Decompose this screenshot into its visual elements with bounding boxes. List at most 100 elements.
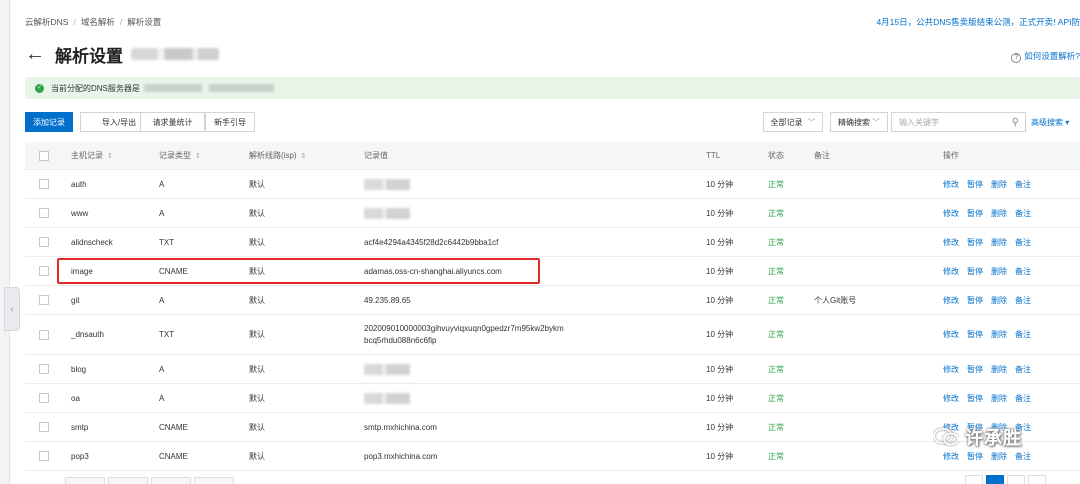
action-link[interactable]: 修改 [943,266,959,277]
action-link[interactable]: 备注 [1015,179,1031,190]
sort-icon[interactable]: ⇕ [107,152,113,160]
row-checkbox[interactable] [39,413,49,441]
action-link[interactable]: 暂停 [967,364,983,375]
record-status: 正常 [768,422,784,432]
record-line: 默认 [249,179,265,189]
sort-icon[interactable]: ⇕ [195,152,201,160]
action-link[interactable]: 修改 [943,451,959,462]
row-checkbox[interactable] [39,228,49,256]
batch-button[interactable] [151,477,191,484]
action-link[interactable]: 备注 [1015,266,1031,277]
row-checkbox[interactable] [39,286,49,314]
help-link[interactable]: ? 如何设置解析? [1011,50,1080,63]
row-actions: 修改 暂停 删除 备注 [943,286,1039,314]
search-icon[interactable]: ⚲ [1012,117,1019,128]
row-checkbox[interactable] [39,199,49,227]
sort-icon[interactable]: ⇕ [301,152,307,160]
row-actions: 修改 暂停 删除 备注 [943,384,1039,412]
advanced-search-link[interactable]: 高级搜索 ▾ [1031,117,1069,128]
action-link[interactable]: 删除 [991,237,1007,248]
batch-button[interactable] [194,477,234,484]
title-row: ← 解析设置 [25,42,219,66]
redacted-value [364,392,410,404]
action-link[interactable]: 备注 [1015,451,1031,462]
action-link[interactable]: 备注 [1015,329,1031,340]
action-link[interactable]: 修改 [943,237,959,248]
batch-button[interactable] [108,477,148,484]
row-checkbox[interactable] [39,257,49,285]
action-link[interactable]: 删除 [991,329,1007,340]
breadcrumb-item[interactable]: 域名解析 [81,17,115,27]
header-host[interactable]: 主机记录 ⇕ [71,142,113,169]
header-type[interactable]: 记录类型 ⇕ [159,142,201,169]
action-link[interactable]: 修改 [943,393,959,404]
action-link[interactable]: 备注 [1015,208,1031,219]
row-checkbox[interactable] [39,384,49,412]
page-current[interactable] [986,475,1004,484]
back-arrow-icon[interactable]: ← [25,44,45,64]
action-link[interactable]: 暂停 [967,179,983,190]
action-link[interactable]: 暂停 [967,329,983,340]
record-host: alidnscheck [71,237,113,247]
action-link[interactable]: 修改 [943,364,959,375]
action-link[interactable]: 删除 [991,364,1007,375]
keyword-search-input[interactable]: 输入关键字 ⚲ [891,112,1026,132]
redacted-domain [131,48,219,60]
action-link[interactable]: 修改 [943,208,959,219]
record-value [364,199,410,227]
action-link[interactable]: 删除 [991,266,1007,277]
action-link[interactable]: 暂停 [967,266,983,277]
page-prev[interactable] [965,475,983,484]
record-host: pop3 [71,451,89,461]
guide-button[interactable]: 新手引导 [205,112,255,132]
action-link[interactable]: 暂停 [967,208,983,219]
announcement-link[interactable]: 4月15日，公共DNS售卖版结束公测，正式开卖! API防 [876,16,1080,28]
record-type: A [159,179,165,189]
table-row: git A 默认 49.235.89.65 10 分钟 正常 个人Git账号 修改 暂停 删除 备注 [25,286,1080,315]
records-table: 主机记录 ⇕ 记录类型 ⇕ 解析线路(isp) ⇕ 记录值 TTL 状态 备注 操作 … [25,142,1080,471]
batch-button[interactable] [65,477,105,484]
search-mode-select[interactable]: 精确搜索 ﹀ [830,112,888,132]
action-link[interactable]: 删除 [991,295,1007,306]
action-link[interactable]: 修改 [943,329,959,340]
request-stats-button[interactable]: 请求量统计 [140,112,205,132]
header-line[interactable]: 解析线路(isp) ⇕ [249,142,306,169]
record-type: A [159,208,165,218]
action-link[interactable]: 暂停 [967,451,983,462]
row-checkbox[interactable] [39,170,49,198]
watermark-text: 许承胜 [965,428,1022,448]
pagination [965,475,1080,484]
breadcrumb-item[interactable]: 云解析DNS [25,17,68,27]
row-checkbox[interactable] [39,442,49,470]
action-link[interactable]: 删除 [991,393,1007,404]
action-link[interactable]: 修改 [943,295,959,306]
action-link[interactable]: 删除 [991,179,1007,190]
action-link[interactable]: 备注 [1015,237,1031,248]
keyword-placeholder: 输入关键字 [899,117,939,127]
sidebar-collapse-handle[interactable]: ‹ [4,287,20,331]
breadcrumb: 云解析DNS / 域名解析 / 解析设置 [25,17,162,27]
row-checkbox[interactable] [39,355,49,383]
record-ttl: 10 分钟 [706,208,734,218]
record-filter-select[interactable]: 全部记录 ﹀ [763,112,823,132]
action-link[interactable]: 备注 [1015,295,1031,306]
row-actions: 修改 暂停 删除 备注 [943,257,1039,285]
action-link[interactable]: 修改 [943,179,959,190]
row-checkbox[interactable] [39,315,49,354]
table-body: auth A 默认 10 分钟 正常 修改 暂停 删除 备注 www A 默认 10 分钟 正常 修改 暂停删… [25,170,1080,471]
table-row: smtp CNAME 默认 smtp.mxhichina.com 10 分钟 正常 修改 暂停… [25,413,1080,442]
record-host: oa [71,393,80,403]
action-link[interactable]: 删除 [991,208,1007,219]
record-status: 正常 [768,451,784,461]
advanced-search-label: 高级搜索 [1031,118,1063,127]
action-link[interactable]: 备注 [1015,364,1031,375]
action-link[interactable]: 暂停 [967,295,983,306]
action-link[interactable]: 暂停 [967,237,983,248]
page-next[interactable] [1007,475,1025,484]
action-link[interactable]: 删除 [991,451,1007,462]
action-link[interactable]: 暂停 [967,393,983,404]
action-link[interactable]: 备注 [1015,393,1031,404]
select-all-checkbox[interactable] [39,142,49,169]
add-record-button[interactable]: 添加记录 [25,112,73,132]
page-next[interactable] [1028,475,1046,484]
